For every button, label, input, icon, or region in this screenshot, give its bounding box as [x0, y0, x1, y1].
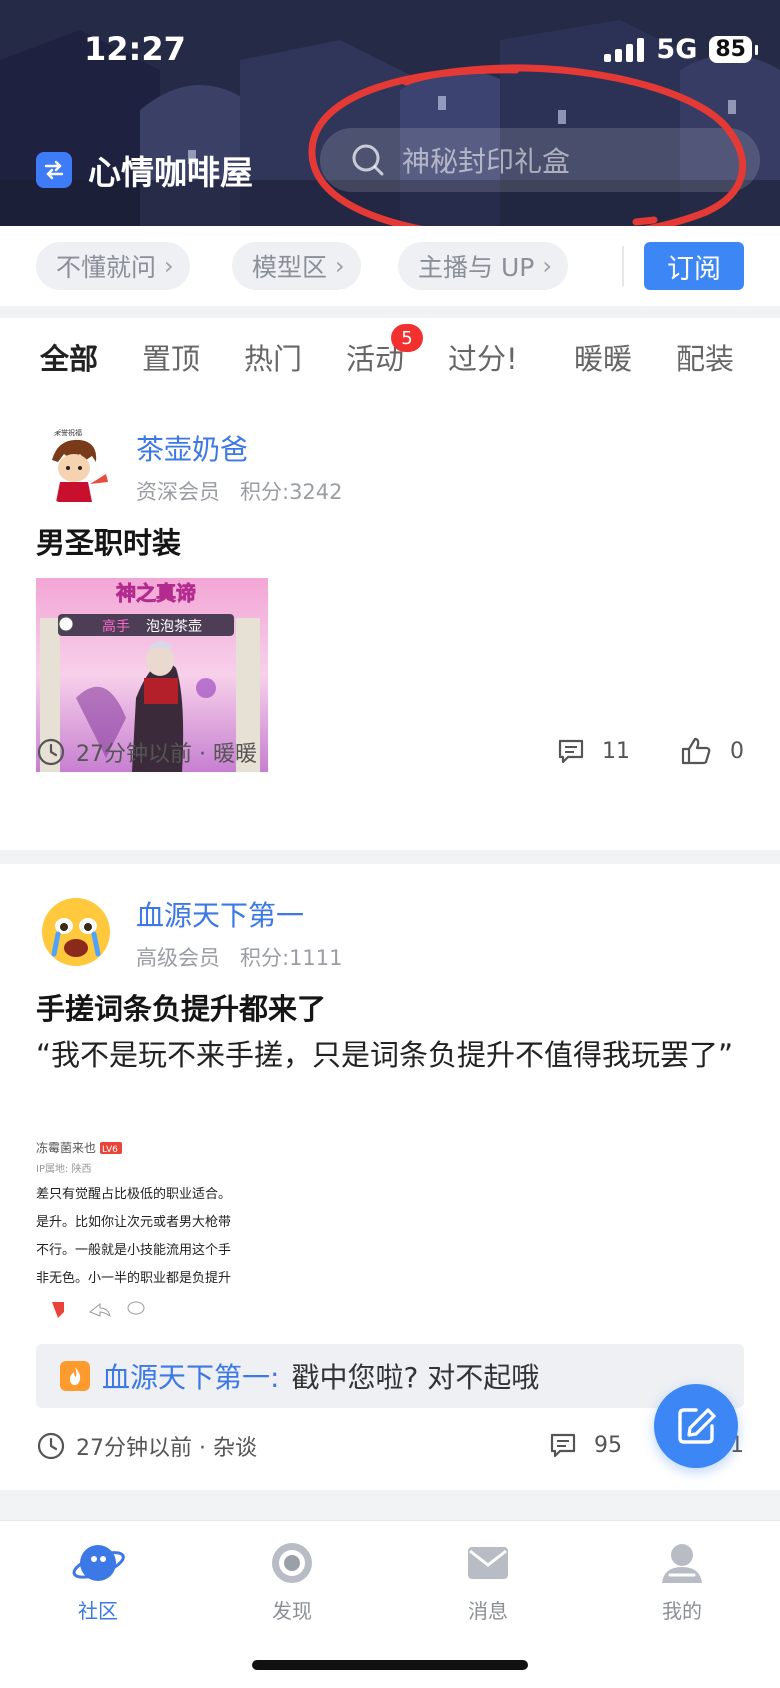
- chip-label: 模型区: [252, 253, 328, 282]
- forum-title: 心情咖啡屋: [88, 153, 253, 192]
- author-score: 积分:3242: [240, 480, 343, 504]
- post-card[interactable]: 血源天下第一 高级会员 积分:1111 手搓词条负提升都来了 “我不是玩不来手搓…: [0, 864, 780, 1490]
- switch-icon[interactable]: [36, 152, 72, 188]
- comment-button[interactable]: 95: [548, 1430, 622, 1460]
- tab-build[interactable]: 配装: [676, 336, 734, 378]
- clock-icon: [37, 738, 65, 766]
- image-text: 差只有觉醒占比极低的职业适合。: [36, 1186, 231, 1202]
- image-caption: 神之真谛: [116, 581, 196, 605]
- comment-count: 11: [602, 738, 630, 764]
- mail-icon: [468, 1547, 508, 1579]
- tab-warm[interactable]: 暖暖: [574, 336, 632, 378]
- thumbs-up-icon: [681, 737, 711, 765]
- post-footer: 27分钟以前 · 杂谈 95 1: [36, 1430, 744, 1466]
- chip-streamer[interactable]: 主播与 UP ›: [398, 242, 568, 290]
- image-text: IP属地: 陕西: [36, 1162, 92, 1175]
- tab-hot[interactable]: 热门: [244, 336, 302, 378]
- post-author[interactable]: 茶壶奶爸: [136, 428, 248, 468]
- image-text: 非无色。小一半的职业都是负提升: [36, 1270, 231, 1286]
- status-time: 12:27: [84, 30, 186, 68]
- post-time: 27分钟以前 · 暖暖: [36, 736, 257, 768]
- post-card[interactable]: 荣誉祝福 茶壶奶爸 资深会员 积分:3242 男圣职时装 神之真谛 高手 泡泡茶…: [0, 398, 780, 850]
- post-time-text: 27分钟以前 · 暖暖: [76, 742, 257, 767]
- discover-icon: [272, 1543, 312, 1583]
- post-footer: 27分钟以前 · 暖暖 11 0: [36, 736, 744, 772]
- nav-community[interactable]: 社区: [38, 1535, 158, 1624]
- clock-icon: [37, 1432, 65, 1460]
- chip-model[interactable]: 模型区 ›: [232, 242, 361, 290]
- author-level: 资深会员: [136, 480, 220, 504]
- status-icons: 5G 85: [604, 34, 758, 65]
- image-text: 冻霉菌来也: [36, 1140, 96, 1155]
- planet-icon: [72, 1545, 125, 1581]
- nav-discover[interactable]: 发现: [232, 1535, 352, 1624]
- chip-label: 不懂就问: [56, 253, 157, 282]
- edit-icon: [678, 1408, 716, 1444]
- tab-excessive[interactable]: 过分!: [448, 336, 518, 378]
- image-text: 是升。比如你让次元或者男大枪带: [36, 1214, 231, 1230]
- image-badge: LV6: [102, 1145, 118, 1155]
- post-time: 27分钟以前 · 杂谈: [36, 1430, 257, 1462]
- chip-label: 主播与 UP: [418, 253, 535, 282]
- chevron-right-icon: ›: [335, 252, 345, 280]
- avatar-caption: 荣誉祝福: [54, 428, 82, 437]
- author-level: 高级会员: [136, 946, 220, 970]
- comment-button[interactable]: 11: [556, 736, 630, 766]
- nav-label: 消息: [468, 1599, 508, 1623]
- post-author[interactable]: 血源天下第一: [136, 894, 304, 934]
- comment-icon: [550, 1433, 576, 1458]
- nav-label: 发现: [272, 1599, 312, 1623]
- nav-label: 社区: [78, 1599, 118, 1623]
- subscribe-button[interactable]: 订阅: [644, 242, 744, 290]
- divider: [622, 246, 624, 286]
- nav-messages[interactable]: 消息: [428, 1535, 548, 1624]
- post-time-text: 27分钟以前 · 杂谈: [76, 1436, 257, 1461]
- image-tag: 高手: [102, 618, 130, 635]
- post-body[interactable]: “我不是玩不来手搓，只是词条负提升不值得我玩罢了”: [36, 1030, 746, 1080]
- compose-button[interactable]: [654, 1384, 738, 1468]
- chevron-right-icon: ›: [542, 252, 552, 280]
- chevron-right-icon: ›: [164, 252, 174, 280]
- post-title[interactable]: 男圣职时装: [36, 520, 181, 562]
- image-text: 不行。一般就是小技能流用这个手: [36, 1242, 231, 1258]
- filter-tabs: 全部 置顶 热门 活动 过分! 暖暖 配装: [0, 318, 780, 398]
- network-label: 5G: [656, 34, 698, 65]
- battery-icon: 85: [709, 36, 758, 63]
- nav-label: 我的: [662, 1599, 702, 1623]
- image-name: 泡泡茶壶: [146, 619, 202, 635]
- forum-brand[interactable]: 心情咖啡屋: [36, 146, 253, 194]
- chip-ask[interactable]: 不懂就问 ›: [36, 242, 190, 290]
- category-chip-row: 不懂就问 › 模型区 › 主播与 UP › 订阅: [0, 226, 780, 306]
- avatar[interactable]: 荣誉祝福: [36, 426, 116, 506]
- events-badge: 5: [391, 324, 423, 352]
- like-button[interactable]: 0: [680, 736, 744, 766]
- post-image[interactable]: 冻霉菌来也 LV6 IP属地: 陕西 差只有觉醒占比极低的职业适合。 是升。比如…: [36, 1136, 268, 1330]
- fire-icon: [60, 1361, 90, 1391]
- avatar[interactable]: [36, 892, 116, 972]
- author-score: 积分:1111: [240, 946, 343, 970]
- tab-pinned[interactable]: 置顶: [142, 336, 200, 378]
- like-count: 0: [730, 738, 744, 764]
- profile-icon: [662, 1544, 702, 1583]
- featured-reply[interactable]: 血源天下第一: 戳中您啦? 对不起哦: [36, 1344, 744, 1408]
- home-indicator: [252, 1660, 528, 1670]
- post-title[interactable]: 手搓词条负提升都来了: [36, 986, 326, 1028]
- comment-count: 95: [594, 1432, 622, 1458]
- reply-text: 戳中您啦? 对不起哦: [291, 1361, 540, 1394]
- signal-icon: [604, 37, 645, 62]
- reply-author[interactable]: 血源天下第一:: [102, 1356, 279, 1396]
- comment-icon: [558, 739, 584, 764]
- tab-all[interactable]: 全部: [40, 336, 98, 378]
- nav-profile[interactable]: 我的: [622, 1535, 742, 1624]
